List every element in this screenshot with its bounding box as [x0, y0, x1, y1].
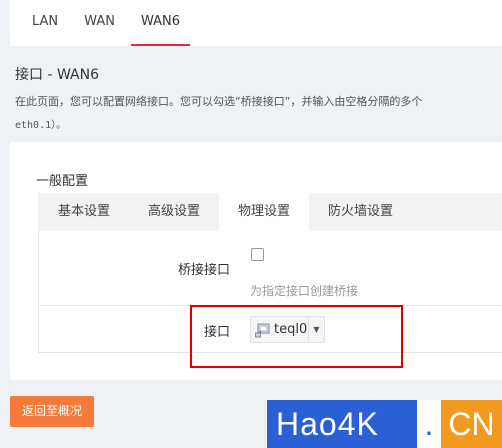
- page-title: 接口 - WAN6: [15, 67, 99, 83]
- page: LAN WAN WAN6 接口 - WAN6 在此页面，您可以配置网络接口。您可…: [0, 0, 502, 448]
- back-to-overview-button[interactable]: 返回至概况: [10, 396, 94, 427]
- settings-tab-bar: 基本设置 高级设置 物理设置 防火墙设置: [38, 193, 502, 231]
- tab-basic-settings[interactable]: 基本设置: [38, 193, 129, 231]
- bridge-interface-hint: 为指定接口创建桥接: [250, 284, 359, 298]
- top-tab-bar: LAN WAN WAN6: [10, 0, 502, 46]
- tab-lan[interactable]: LAN: [22, 0, 68, 46]
- section-title: 一般配置: [36, 174, 89, 189]
- page-description: 在此页面，您可以配置网络接口。您可以勾选“桥接接口”，并输入由空格分隔的多个: [15, 95, 423, 108]
- highlight-box: [190, 305, 403, 368]
- watermark-dot: .: [417, 400, 441, 448]
- tab-advanced-settings[interactable]: 高级设置: [129, 193, 219, 231]
- bridge-interface-label: 桥接接口: [177, 263, 230, 278]
- page-description-continued: eth0.1）。: [15, 120, 67, 131]
- watermark-logo: Hao4K . CN: [267, 400, 502, 448]
- tab-physical-settings[interactable]: 物理设置: [219, 193, 310, 231]
- tab-wan[interactable]: WAN: [74, 0, 125, 46]
- tab-firewall-settings[interactable]: 防火墙设置: [309, 193, 412, 231]
- bridge-interface-checkbox[interactable]: [251, 248, 264, 261]
- watermark-part1: Hao4K: [267, 400, 417, 448]
- tab-wan6[interactable]: WAN6: [130, 0, 191, 46]
- bridge-interface-row: 桥接接口 为指定接口创建桥接: [39, 231, 502, 306]
- watermark-part2: CN: [441, 400, 502, 448]
